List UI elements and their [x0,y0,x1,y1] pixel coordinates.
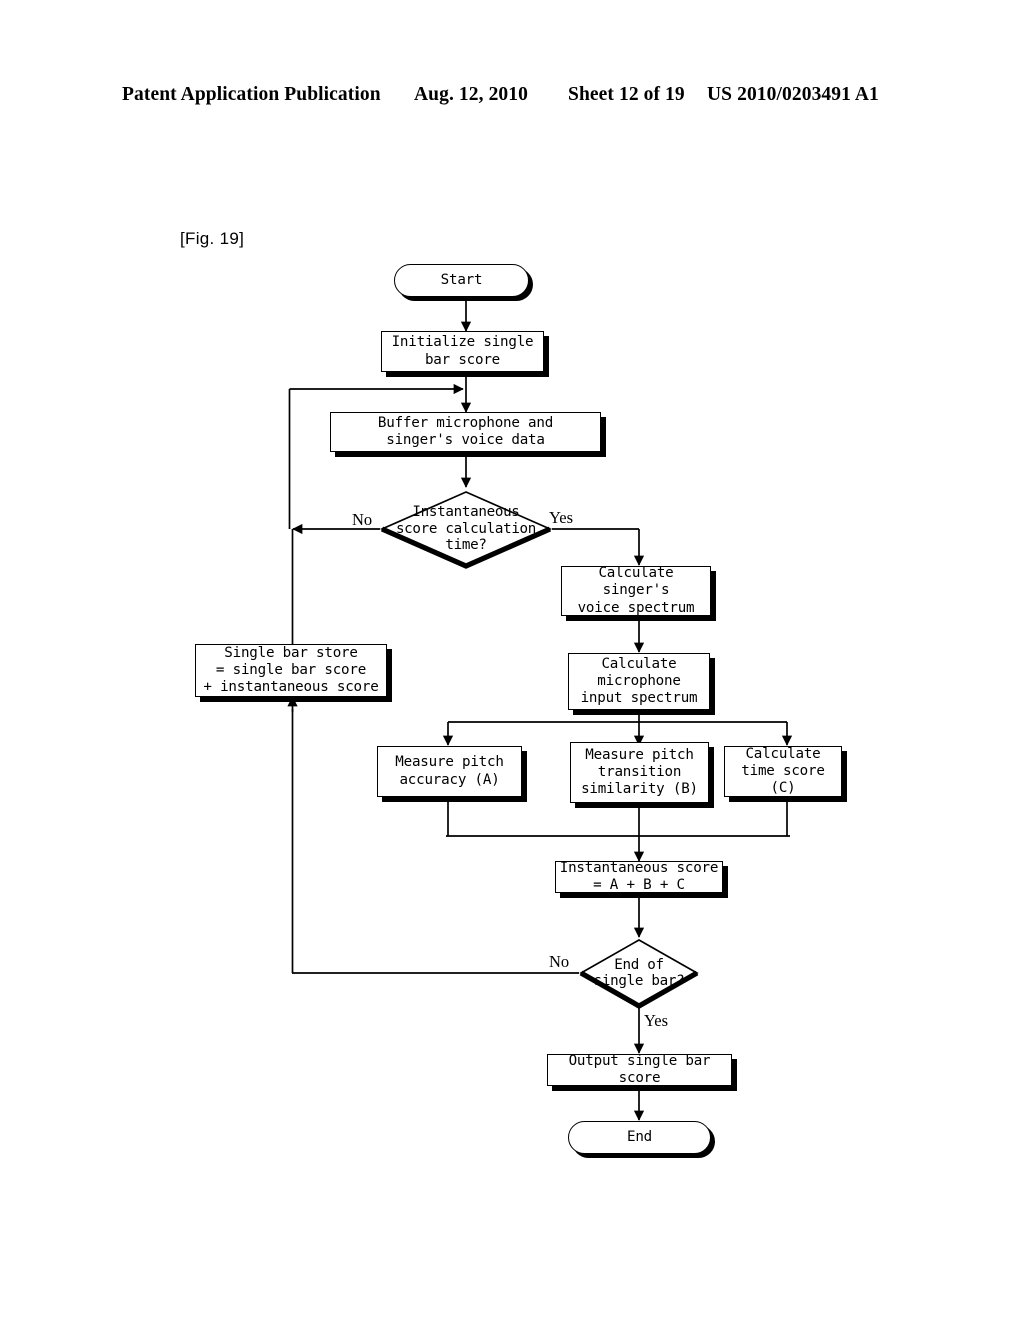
node-decision-2-label: End of single bar? [593,956,685,989]
branch-label-calc-time-no: No [352,510,373,529]
node-calculate-microphone-input-spectrum[interactable]: Calculate microphone input spectrum [568,653,710,710]
node-decision-instantaneous-score-calculation-time[interactable]: Instantaneous score calculation time? [379,490,553,569]
node-single-bar-store[interactable]: Single bar store = single bar score + in… [195,644,387,697]
branch-label-end-bar-yes: Yes [644,1011,669,1030]
node-measure-pitch-transition-similarity[interactable]: Measure pitch transition similarity (B) [570,742,709,803]
branch-label-end-bar-no: No [549,952,570,971]
branch-label-calc-time-yes: Yes [549,508,574,527]
node-calculate-time-score[interactable]: Calculate time score (C) [724,746,842,797]
node-calculate-singer-voice-spectrum[interactable]: Calculate singer's voice spectrum [561,565,711,616]
node-buffer-voice-data[interactable]: Buffer microphone and singer's voice dat… [330,412,601,452]
node-measure-pitch-accuracy[interactable]: Measure pitch accuracy (A) [377,746,522,797]
node-instantaneous-score-sum[interactable]: Instantaneous score = A + B + C [555,860,723,893]
node-decision-end-of-single-bar[interactable]: End of single bar? [579,938,699,1009]
flowchart-connectors [287,297,793,1121]
node-output-single-bar-score[interactable]: Output single bar score [547,1053,732,1086]
node-start[interactable]: Start [394,264,529,297]
node-decision-1-label: Instantaneous score calculation time? [395,504,537,554]
node-initialize-single-bar-score[interactable]: Initialize single bar score [381,331,544,372]
node-end[interactable]: End [568,1121,711,1154]
